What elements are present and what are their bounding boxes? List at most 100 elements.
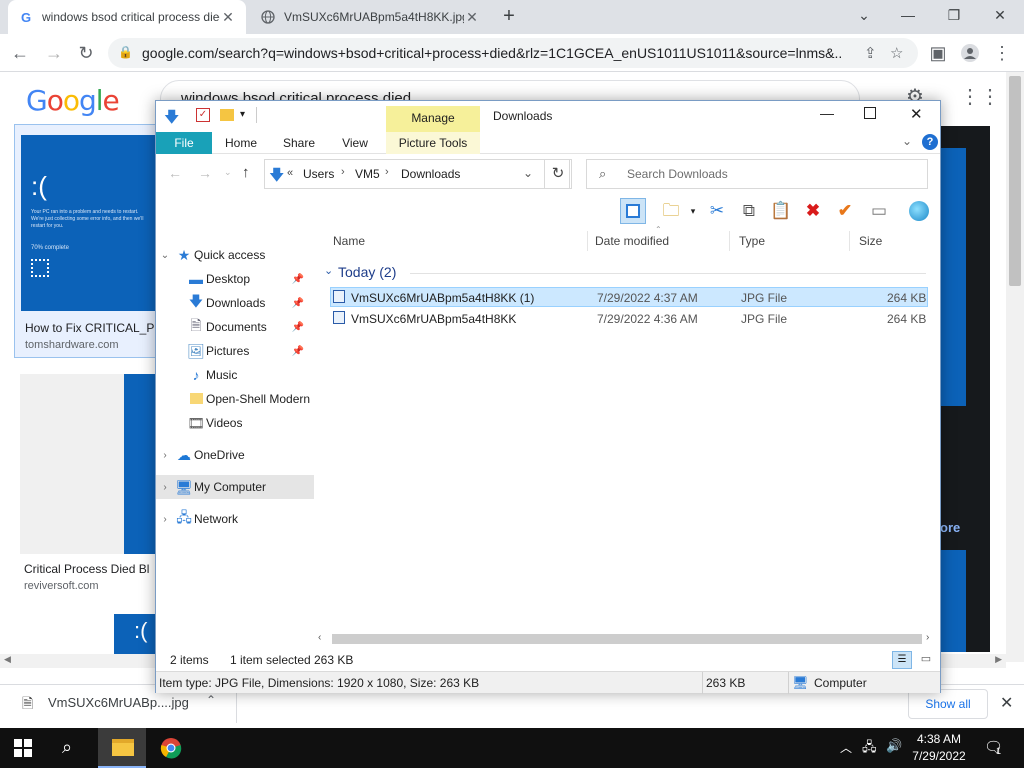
close-tab-icon[interactable]: ✕ [220,9,236,26]
file-explorer-taskbar-button[interactable] [98,728,146,768]
preview-pane-icon[interactable] [620,198,646,224]
windows-start-icon[interactable] [14,739,32,760]
scroll-right-icon[interactable]: › [926,632,929,643]
tab-search-chevron-icon[interactable]: ⌄ [852,4,876,26]
page-scrollbar-thumb[interactable] [1009,76,1021,286]
cut-icon[interactable]: ✂ [704,198,730,224]
file-list-horizontal-scrollbar[interactable]: ‹ › [318,631,938,647]
nav-downloads[interactable]: 🡇 Downloads 📌 [156,291,314,315]
nav-pictures[interactable]: 🖼 Pictures 📌 [156,339,314,363]
breadcrumb-prefix[interactable]: « [287,167,293,179]
nav-videos[interactable]: 🎞 Videos [156,411,314,435]
file-row[interactable]: VmSUXc6MrUABpm5a4tH8KK 7/29/2022 4:36 AM… [330,309,928,329]
group-header-today[interactable]: ⌄ Today (2) [324,263,928,283]
address-bar[interactable]: 🡇 « Users › VM5 › Downloads ⌄ [264,159,570,189]
nav-my-computer[interactable]: › 🖥 My Computer [156,475,314,499]
minimize-icon[interactable]: — [896,4,920,26]
expand-ribbon-chevron-icon[interactable]: ⌄ [902,134,912,148]
side-panel-icon[interactable]: ▣ [926,41,950,65]
clock-time[interactable]: 4:38 AM [910,732,968,746]
tab-view[interactable]: View [332,132,378,154]
show-all-button[interactable]: Show all [908,689,988,719]
pin-icon[interactable]: 📌 [292,322,304,333]
back-icon[interactable]: ← [168,165,182,181]
pin-icon[interactable]: 📌 [292,346,304,357]
breadcrumb-vm5[interactable]: VM5 [355,167,380,181]
nav-onedrive[interactable]: › ☁ OneDrive [156,443,314,467]
close-window-icon[interactable]: ✕ [988,4,1012,26]
more-link[interactable]: ore [940,520,960,535]
manage-tab[interactable]: Manage [386,106,480,132]
breadcrumb-separator-icon[interactable]: › [341,166,345,178]
help-icon[interactable]: ? [922,134,938,150]
customize-qat-icon[interactable]: ▾ [240,109,245,120]
copy-icon[interactable]: ⧉ [736,198,762,224]
nav-documents[interactable]: 🗎 Documents 📌 [156,315,314,339]
chevron-down-icon[interactable]: ⌄ [324,264,333,277]
paste-icon[interactable]: 📋 [768,198,794,224]
image-result-card[interactable]: Critical Process Died Bl reviversoft.com [14,370,158,600]
chevron-up-icon[interactable]: ⌃ [206,693,216,707]
minimize-icon[interactable]: — [820,105,834,121]
scroll-left-icon[interactable]: ‹ [318,632,321,643]
tray-chevron-icon[interactable]: ︿ [840,739,852,756]
quick-access-down-arrow-icon[interactable]: 🡇 [164,107,179,132]
breadcrumb-downloads[interactable]: Downloads [401,167,460,181]
bookmark-star-icon[interactable]: ☆ [890,44,903,62]
tab-image[interactable]: VmSUXc6MrUABpm5a4tH8KK.jpg ✕ [250,0,490,34]
nav-network[interactable]: › 🖧 Network [156,507,314,531]
chrome-taskbar-icon[interactable] [160,737,182,762]
forward-icon[interactable]: → [198,165,212,181]
tab-home[interactable]: Home [216,132,266,154]
back-icon[interactable]: ← [8,41,32,65]
shell-icon[interactable] [906,198,932,224]
search-icon[interactable]: ⌕ [62,737,72,758]
recent-locations-chevron-icon[interactable]: ⌄ [224,167,232,178]
chevron-down-icon[interactable]: ⌄ [156,250,174,261]
pin-icon[interactable]: 📌 [292,298,304,309]
network-tray-icon[interactable]: 🖧 [862,738,877,760]
reload-icon[interactable]: ↻ [74,41,98,65]
large-icons-view-icon[interactable]: ▭ [916,651,936,669]
forward-icon[interactable]: → [42,41,66,65]
clock-date[interactable]: 7/29/2022 [908,749,970,763]
nav-music[interactable]: ♪ Music [156,363,314,387]
rename-check-icon[interactable]: ✔ [832,198,858,224]
close-icon[interactable]: ✕ [910,105,923,123]
close-shelf-icon[interactable]: ✕ [1000,693,1013,713]
scrollbar-thumb[interactable] [332,634,922,644]
nav-quick-access[interactable]: ⌄ ★ Quick access [156,243,314,267]
share-icon[interactable]: ⇪ [864,44,877,62]
maximize-icon[interactable] [864,107,876,119]
google-logo[interactable]: Google [26,84,120,117]
chrome-menu-icon[interactable]: ⋮ [990,41,1014,65]
address-bar[interactable]: 🔒 google.com/search?q=windows+bsod+criti… [108,38,918,68]
column-type[interactable]: Type [730,231,850,251]
new-tab-button[interactable]: + [498,6,520,28]
tab-file[interactable]: File [156,132,212,154]
tab-picture-tools[interactable]: Picture Tools [386,132,480,154]
breadcrumb-users[interactable]: Users [303,167,334,181]
chevron-right-icon[interactable]: › [156,482,174,493]
chevron-right-icon[interactable]: › [156,514,174,525]
column-size[interactable]: Size [850,231,930,251]
properties-icon[interactable]: ▭ [866,198,892,224]
volume-tray-icon[interactable]: 🔊 [886,738,902,754]
download-item-name[interactable]: VmSUXc6MrUABp....jpg [48,695,189,710]
profile-avatar-icon[interactable] [958,41,982,65]
properties-icon[interactable]: ✓ [196,108,210,122]
close-tab-icon[interactable]: ✕ [464,9,480,26]
refresh-icon[interactable]: ↻ [544,159,572,189]
address-dropdown-icon[interactable]: ⌄ [523,166,533,180]
delete-icon[interactable]: ✖ [800,198,826,224]
new-folder-icon[interactable] [220,109,234,121]
details-view-icon[interactable]: ☰ [892,651,912,669]
tab-share[interactable]: Share [274,132,324,154]
breadcrumb-separator-icon[interactable]: › [385,166,389,178]
nav-open-shell[interactable]: Open-Shell Modern [156,387,314,411]
up-icon[interactable]: ↑ [242,164,250,181]
chevron-right-icon[interactable]: › [156,450,174,461]
image-result-card[interactable]: :( Your PC ran into a problem and needs … [14,124,162,358]
restore-icon[interactable]: ❐ [942,4,966,26]
column-date-modified[interactable]: Date modified [586,231,730,251]
